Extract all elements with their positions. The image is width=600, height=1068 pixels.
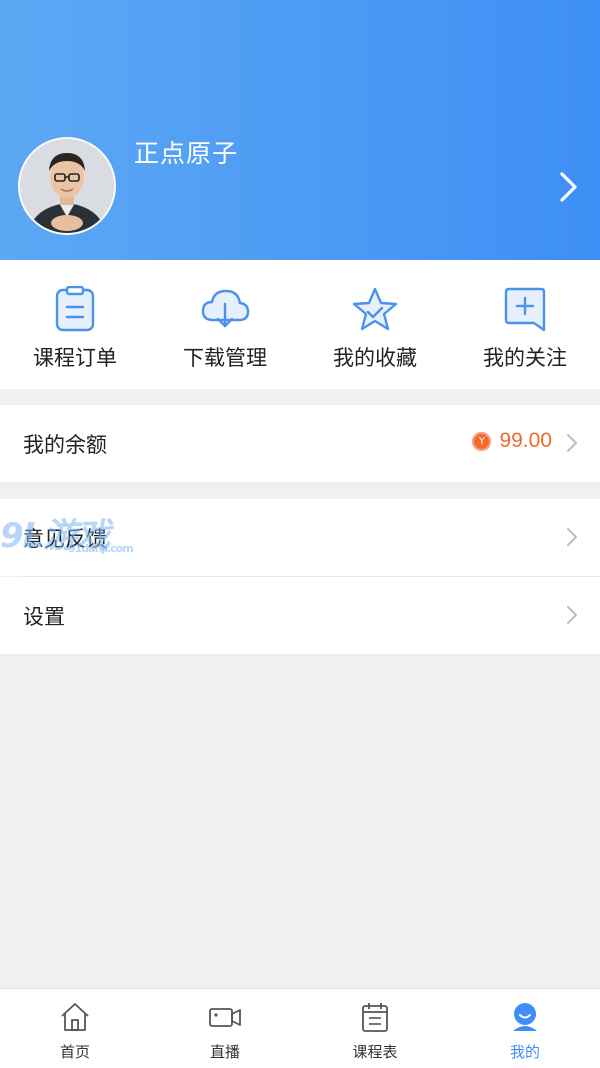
home-icon	[61, 1003, 89, 1031]
chevron-right-icon[interactable]	[556, 170, 582, 204]
video-camera-icon	[209, 1008, 241, 1027]
watermark-url: 91danji.com	[68, 542, 134, 555]
balance-label: 我的余额	[23, 433, 107, 457]
chevron-right-icon	[567, 434, 577, 452]
calendar-icon	[362, 1003, 388, 1032]
tab-home[interactable]: 首页	[0, 989, 150, 1068]
watermark: 9L游戏 91danji.com	[0, 508, 140, 560]
star-icon	[352, 287, 398, 331]
tab-home-label: 首页	[59, 1043, 90, 1061]
add-bookmark-icon	[504, 287, 546, 332]
tab-live[interactable]: 直播	[150, 989, 300, 1068]
settings-row[interactable]: 设置	[0, 577, 600, 654]
course-orders-label: 课程订单	[33, 346, 117, 370]
coin-icon: Y	[472, 431, 492, 451]
username: 正点原子	[134, 139, 239, 168]
tab-mine[interactable]: 我的	[450, 989, 600, 1068]
clipboard-icon	[55, 286, 95, 332]
tab-schedule[interactable]: 课程表	[300, 989, 450, 1068]
download-manager-label: 下载管理	[183, 346, 267, 370]
avatar[interactable]	[18, 137, 116, 235]
my-favorites-label: 我的收藏	[333, 346, 417, 370]
cloud-download-icon	[201, 289, 250, 328]
my-favorites-button[interactable]: 我的收藏	[300, 260, 450, 389]
balance-amount: 99.00	[499, 429, 552, 452]
tab-schedule-label: 课程表	[352, 1043, 398, 1061]
download-manager-button[interactable]: 下载管理	[150, 260, 300, 389]
course-orders-button[interactable]: 课程订单	[0, 260, 150, 389]
my-follows-button[interactable]: 我的关注	[450, 260, 600, 389]
balance-row[interactable]: 我的余额 Y 99.00	[0, 405, 600, 482]
quick-actions: 课程订单 下载管理 我的收藏 我的关注	[0, 260, 600, 389]
profile-header[interactable]: 正点原子	[0, 0, 600, 260]
tab-mine-label: 我的	[509, 1043, 540, 1061]
tab-live-label: 直播	[209, 1043, 240, 1061]
chevron-right-icon	[567, 528, 577, 546]
my-follows-label: 我的关注	[483, 346, 567, 370]
chevron-right-icon	[567, 606, 577, 624]
user-icon	[513, 1003, 537, 1031]
tab-bar: 首页 直播 课程表 我的	[0, 988, 600, 1068]
settings-label: 设置	[23, 605, 65, 629]
